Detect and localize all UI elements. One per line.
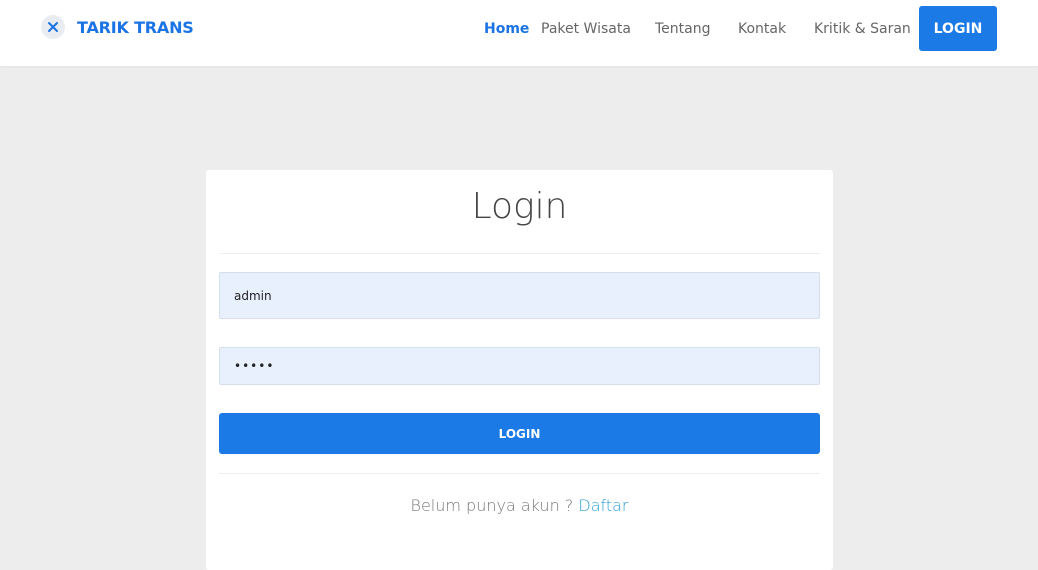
- top-navbar: TARIK TRANS Home Paket Wisata Tentang Ko…: [0, 0, 1038, 66]
- nav-link-home[interactable]: Home: [484, 19, 529, 39]
- register-link[interactable]: Daftar: [578, 496, 628, 515]
- password-input[interactable]: [219, 347, 820, 385]
- login-card: Login LOGIN Belum punya akun ? Daftar: [206, 170, 833, 570]
- brand[interactable]: TARIK TRANS: [41, 15, 194, 39]
- nav-link-kontak[interactable]: Kontak: [738, 19, 786, 39]
- register-prompt: Belum punya akun ?: [410, 496, 574, 515]
- brand-name: TARIK TRANS: [77, 17, 194, 37]
- nav-login-button[interactable]: LOGIN: [919, 6, 997, 51]
- username-input[interactable]: [219, 272, 820, 319]
- nav-link-tentang[interactable]: Tentang: [655, 19, 711, 39]
- plane-icon: [41, 15, 65, 39]
- divider-bottom: [219, 473, 820, 474]
- login-submit-button[interactable]: LOGIN: [219, 413, 820, 454]
- nav-link-kritik-saran[interactable]: Kritik & Saran: [814, 19, 911, 39]
- divider-top: [219, 253, 820, 254]
- register-line: Belum punya akun ? Daftar: [206, 496, 833, 515]
- nav-link-paket-wisata[interactable]: Paket Wisata: [541, 19, 631, 39]
- login-title: Login: [471, 186, 568, 227]
